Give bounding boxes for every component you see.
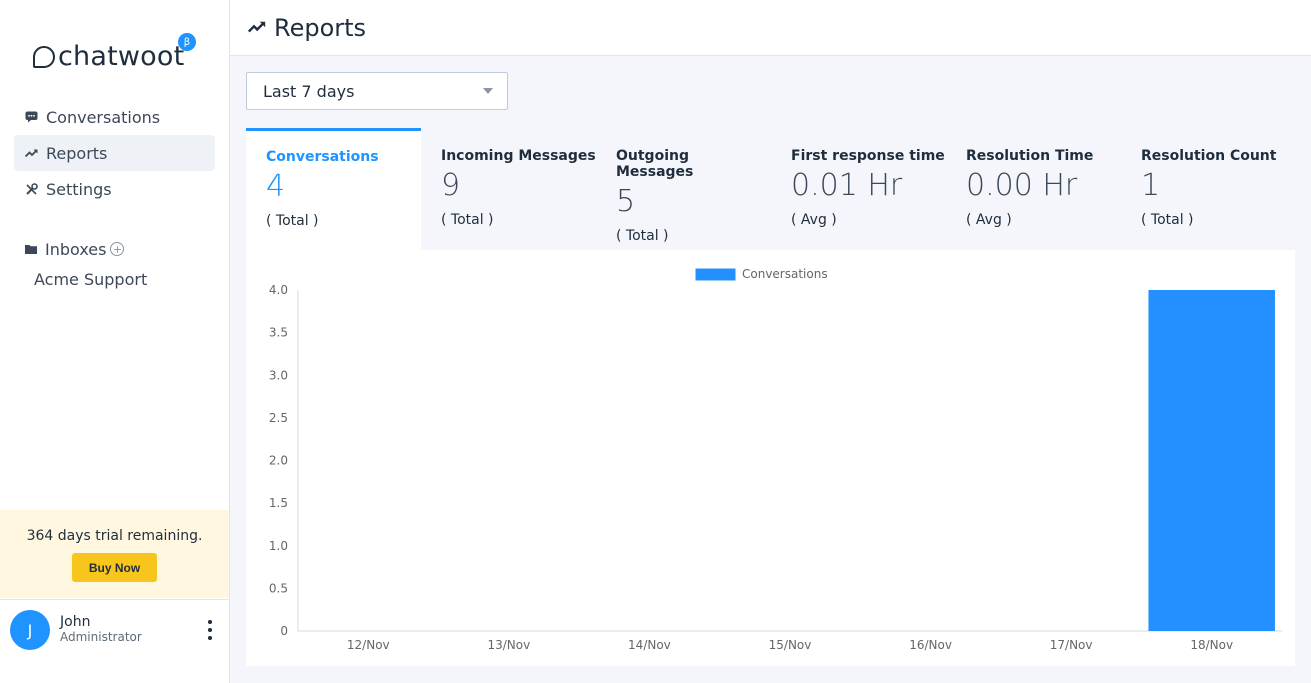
y-tick-label: 0.5 [269, 581, 288, 595]
inboxes-header: Inboxes + [24, 238, 125, 260]
metric-desc: ( Total ) [1141, 212, 1194, 228]
user-panel: J John Administrator [0, 599, 229, 659]
metric-desc: ( Total ) [441, 212, 494, 228]
avatar[interactable]: J [10, 610, 50, 650]
main-content: Reports Last 7 days Conversations 4 ( To… [230, 0, 1311, 683]
date-range-select[interactable]: Last 7 days [246, 72, 508, 110]
metric-outgoing-messages[interactable]: Outgoing Messages 5 ( Total ) [596, 128, 771, 250]
folder-icon [24, 244, 38, 254]
inbox-item-acme-support[interactable]: Acme Support [34, 270, 147, 289]
sidebar-item-label: Reports [46, 143, 108, 163]
metric-desc: ( Total ) [266, 213, 319, 229]
metric-value: 0.01 Hr [791, 168, 903, 203]
y-tick-label: 1.0 [269, 539, 288, 553]
more-options-icon[interactable] [203, 620, 217, 640]
legend-label: Conversations [742, 267, 828, 281]
sidebar-item-settings[interactable]: Settings [14, 171, 215, 207]
metric-resolution-time[interactable]: Resolution Time 0.00 Hr ( Avg ) [946, 128, 1121, 250]
metric-first-response-time[interactable]: First response time 0.01 Hr ( Avg ) [771, 128, 946, 250]
chart-panel: 0 0.5 1.0 1.5 2.0 2.5 3.0 3.5 4.0 12/Nov 13/Nov 14/… [246, 250, 1295, 666]
metric-value: 0.00 Hr [966, 168, 1078, 203]
sidebar-item-conversations[interactable]: Conversations [14, 99, 215, 135]
y-tick-label: 2.0 [269, 454, 288, 468]
trending-icon [24, 148, 38, 158]
y-tick-label: 4.0 [269, 283, 288, 297]
sidebar-item-reports[interactable]: Reports [14, 135, 215, 171]
conversations-bar-chart: 0 0.5 1.0 1.5 2.0 2.5 3.0 3.5 4.0 12/Nov 13/Nov 14/… [269, 267, 1282, 652]
metric-title: Incoming Messages [441, 148, 596, 164]
chevron-down-icon [483, 88, 493, 94]
user-role: Administrator [60, 630, 142, 644]
y-tick-label: 3.0 [269, 368, 288, 382]
page-header: Reports [230, 0, 1311, 56]
trial-banner: 364 days trial remaining. Buy Now [0, 510, 229, 598]
x-tick-label: 14/Nov [628, 638, 671, 652]
brand-name: chatwoot [58, 40, 185, 72]
trial-text: 364 days trial remaining. [26, 528, 203, 544]
chat-icon [24, 111, 38, 123]
x-tick-label: 16/Nov [909, 638, 952, 652]
metric-resolution-count[interactable]: Resolution Count 1 ( Total ) [1121, 128, 1296, 250]
metric-title: Resolution Time [966, 148, 1094, 164]
y-tick-label: 2.5 [269, 411, 288, 425]
y-tick-label: 1.5 [269, 496, 288, 510]
x-tick-label: 18/Nov [1190, 638, 1233, 652]
add-inbox-button[interactable]: + [110, 242, 125, 256]
page-title: Reports [274, 13, 367, 42]
x-tick-label: 13/Nov [487, 638, 530, 652]
date-range-value: Last 7 days [263, 81, 355, 101]
x-tick-label: 15/Nov [769, 638, 812, 652]
metric-value: 1 [1141, 168, 1161, 203]
metric-value: 4 [266, 169, 286, 204]
metric-desc: ( Avg ) [966, 212, 1012, 228]
y-tick-label: 0 [280, 624, 288, 638]
metric-incoming-messages[interactable]: Incoming Messages 9 ( Total ) [421, 128, 596, 250]
x-tick-label: 17/Nov [1050, 638, 1093, 652]
metric-title: Conversations [266, 149, 379, 165]
bar [1148, 290, 1275, 631]
logo[interactable]: chatwoot [33, 36, 184, 76]
metric-title: Resolution Count [1141, 148, 1277, 164]
chatwoot-logo-icon [33, 46, 55, 68]
user-name: John [60, 614, 91, 630]
metric-title: Outgoing Messages [616, 148, 694, 180]
sidebar-item-label: Settings [46, 179, 112, 199]
metric-title: First response time [791, 148, 945, 164]
inboxes-label: Inboxes [45, 239, 107, 259]
x-tick-label: 12/Nov [347, 638, 390, 652]
trending-icon [247, 17, 266, 38]
sidebar-item-label: Conversations [46, 107, 161, 127]
y-tick-label: 3.5 [269, 326, 288, 340]
metric-desc: ( Total ) [616, 228, 669, 244]
metric-desc: ( Avg ) [791, 212, 837, 228]
buy-now-button[interactable]: Buy Now [72, 553, 157, 582]
metric-value: 9 [441, 168, 461, 203]
tools-icon [24, 182, 38, 196]
sidebar-nav: Conversations Reports Settings [14, 99, 215, 207]
metric-value: 5 [616, 184, 636, 219]
metric-conversations[interactable]: Conversations 4 ( Total ) [246, 128, 421, 250]
sidebar: chatwoot β Conversations Reports Setting… [0, 0, 230, 683]
metric-tabs: Conversations 4 ( Total ) Incoming Messa… [246, 128, 1296, 250]
beta-badge: β [178, 33, 196, 51]
legend-swatch [694, 267, 737, 282]
